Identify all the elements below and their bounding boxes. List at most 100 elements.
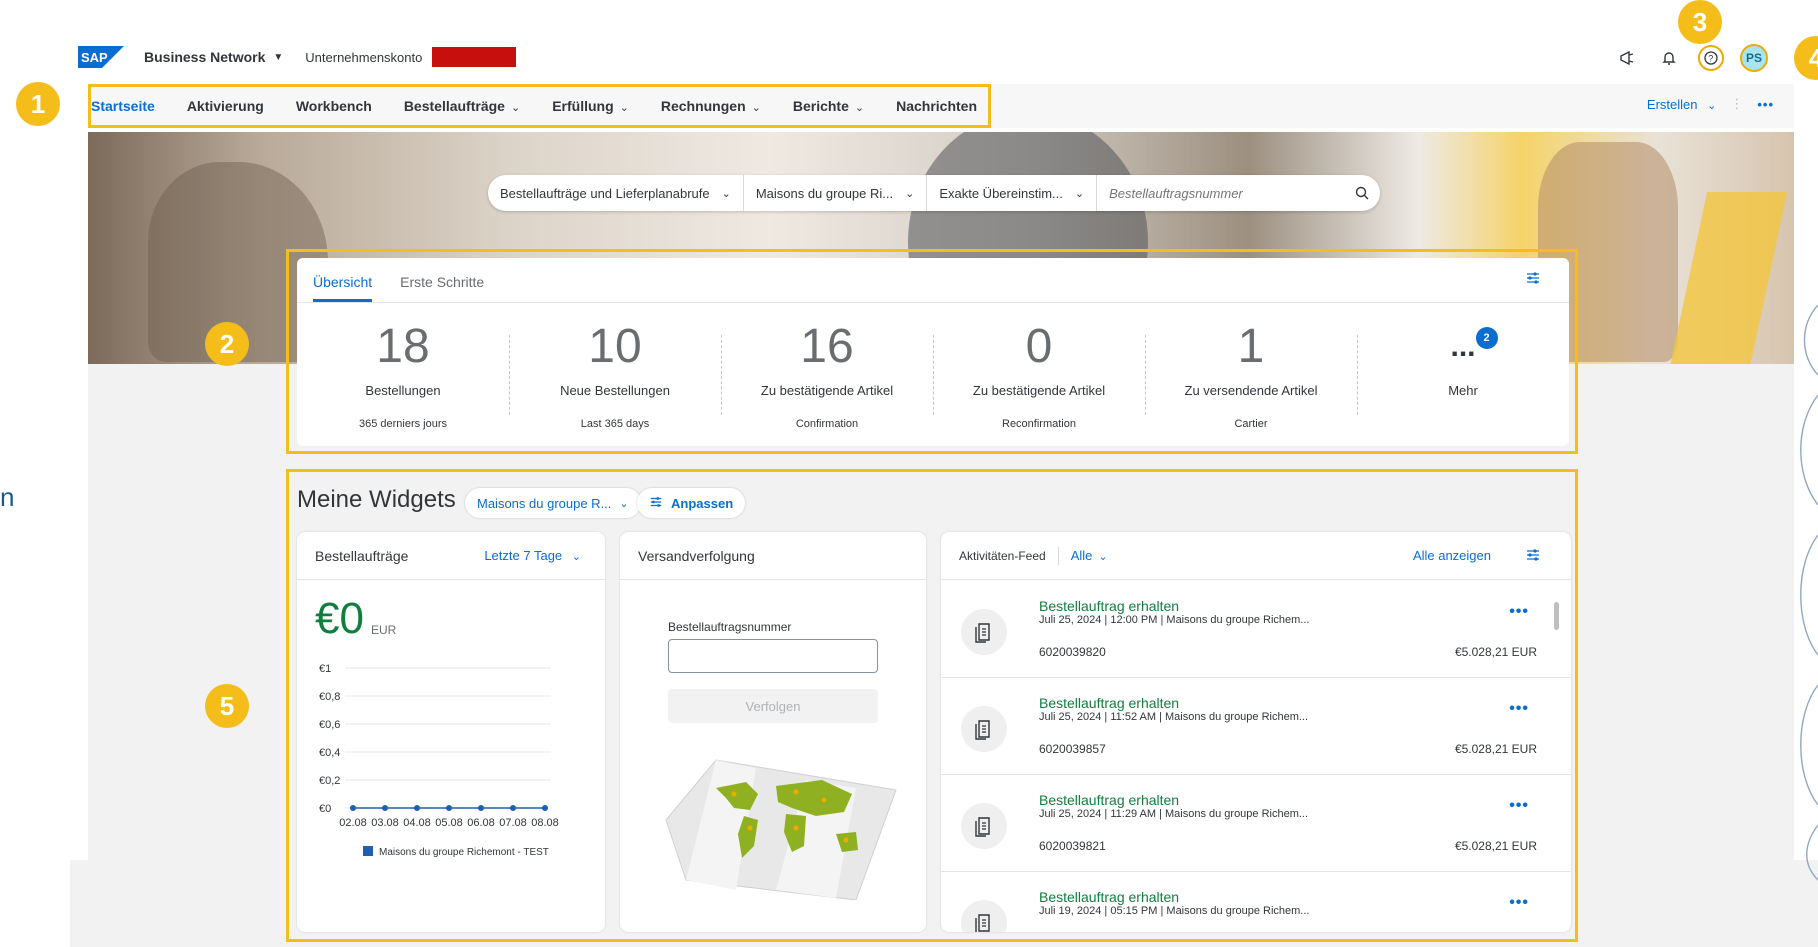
- match-select[interactable]: Exakte Übereinstim... ⌄: [927, 175, 1098, 211]
- nav-item-berichte[interactable]: Berichte ⌄: [793, 98, 864, 114]
- help-icon[interactable]: ?: [1698, 45, 1724, 71]
- search-input[interactable]: [1097, 185, 1344, 201]
- kpi-tile-more[interactable]: ... 2 Mehr: [1357, 303, 1569, 445]
- tracking-widget-title: Versandverfolgung: [638, 547, 755, 564]
- document-icon: [961, 609, 1007, 655]
- chart-point: [350, 805, 356, 811]
- feed-item-title[interactable]: Bestellauftrag erhalten: [1039, 889, 1179, 905]
- kpi-sub: Confirmation: [795, 418, 859, 430]
- chevron-down-icon: ⌄: [1098, 551, 1108, 563]
- nav-item-nachrichten[interactable]: Nachrichten: [896, 98, 977, 114]
- widgets-customer-filter[interactable]: Maisons du groupe R... ⌄: [465, 488, 641, 518]
- list-item[interactable]: Bestellauftrag erhalten Juli 25, 2024 | …: [941, 678, 1571, 775]
- kpi-sub: Reconfirmation: [1002, 418, 1076, 430]
- nav-item-workbench[interactable]: Workbench: [296, 98, 372, 114]
- shell-bar: SAP Business Network ▼ Unternehmenskonto…: [78, 40, 1798, 74]
- tab-erste-schritte[interactable]: Erste Schritte: [400, 274, 484, 302]
- nav-item-aktivierung[interactable]: Aktivierung: [187, 98, 264, 114]
- match-value: Exakte Übereinstim...: [939, 185, 1063, 201]
- feed-item-meta: Juli 25, 2024 | 12:00 PM | Maisons du gr…: [1039, 614, 1310, 626]
- po-period-select[interactable]: Letzte 7 Tage ⌄: [484, 548, 581, 563]
- account-label[interactable]: Unternehmenskonto: [305, 50, 422, 65]
- search-icon[interactable]: [1344, 186, 1380, 200]
- chart-x-tick: 05.08: [435, 817, 463, 829]
- create-label: Erstellen: [1646, 96, 1698, 112]
- po-line-chart: €0 €0,2 €0,4 €0,6 €0,8 €1 02.08 03.08 04.08 05.08…: [319, 663, 559, 858]
- kpi-tile-ship[interactable]: 1 Zu versendende Artikel Cartier: [1145, 303, 1357, 445]
- feed-item-title[interactable]: Bestellauftrag erhalten: [1039, 598, 1179, 614]
- megaphone-icon[interactable]: [1614, 45, 1640, 71]
- list-item[interactable]: Bestellauftrag erhalten Juli 25, 2024 | …: [941, 581, 1571, 678]
- activity-filter-value: Alle: [1070, 548, 1093, 563]
- kpi-tiles: 18 Bestellungen 365 derniers jours 10 Ne…: [297, 303, 1569, 445]
- filter-value: Maisons du groupe R...: [477, 495, 612, 511]
- main-nav: Startseite Aktivierung Workbench Bestell…: [88, 84, 1794, 128]
- nav-label: Berichte: [792, 98, 849, 114]
- nav-label: Workbench: [295, 98, 372, 114]
- product-name[interactable]: Business Network: [144, 49, 265, 65]
- widgets-title: Meine Widgets: [297, 486, 456, 513]
- create-button[interactable]: Erstellen ⌄: [1647, 97, 1716, 112]
- chart-point: [542, 805, 548, 811]
- settings-sliders-icon[interactable]: [1525, 547, 1541, 566]
- nav-item-startseite[interactable]: Startseite: [91, 98, 155, 114]
- overflow-icon[interactable]: •••: [1509, 797, 1529, 815]
- chevron-down-icon: ⌄: [619, 497, 629, 510]
- more-dots-text: ...: [1450, 330, 1476, 363]
- product-dropdown-icon[interactable]: ▼: [273, 52, 283, 63]
- nav-item-rechnungen[interactable]: Rechnungen ⌄: [661, 98, 761, 114]
- overflow-icon[interactable]: •••: [1509, 700, 1529, 718]
- chart-x-tick: 02.08: [339, 817, 367, 829]
- tracking-widget: Versandverfolgung Bestellauftragsnummer …: [620, 532, 926, 932]
- doc-type-select[interactable]: Bestellaufträge und Lieferplanabrufe ⌄: [488, 175, 744, 211]
- document-icon: [961, 900, 1007, 932]
- activity-feed-widget: Aktivitäten-Feed Alle ⌄ Alle anzeigen Bes…: [941, 532, 1571, 932]
- sap-logo[interactable]: SAP: [78, 46, 126, 68]
- bell-icon[interactable]: [1656, 45, 1682, 71]
- activity-filter-select[interactable]: Alle ⌄: [1071, 548, 1108, 563]
- feed-item-title[interactable]: Bestellauftrag erhalten: [1039, 792, 1179, 808]
- customer-select[interactable]: Maisons du groupe Ri... ⌄: [744, 175, 928, 211]
- document-icon: [961, 803, 1007, 849]
- divider: [1057, 546, 1059, 565]
- show-all-link[interactable]: Alle anzeigen: [1413, 548, 1491, 563]
- tab-uebersicht[interactable]: Übersicht: [313, 274, 373, 302]
- search-bar: Bestellaufträge und Lieferplanabrufe ⌄ Ma…: [488, 175, 1380, 211]
- chart-point: [510, 805, 516, 811]
- nav-label: Erfüllung: [552, 98, 614, 114]
- nav-label: Startseite: [91, 98, 155, 114]
- scrollbar-thumb[interactable]: [1554, 602, 1559, 630]
- kpi-value: 10: [588, 320, 642, 373]
- nav-label: Nachrichten: [896, 98, 978, 114]
- overflow-icon[interactable]: •••: [1509, 603, 1529, 621]
- decorative-lines: [1800, 305, 1818, 881]
- chart-y-tick: €0,8: [319, 691, 340, 703]
- kpi-tile-confirm[interactable]: 16 Zu bestätigende Artikel Confirmation: [721, 303, 933, 445]
- adjust-button[interactable]: Anpassen: [637, 488, 746, 518]
- chart-x-tick: 08.08: [531, 817, 559, 829]
- feed-item-title[interactable]: Bestellauftrag erhalten: [1039, 695, 1179, 711]
- more-count-badge: 2: [1475, 327, 1498, 349]
- overview-card: Übersicht Erste Schritte 18 Bestellungen…: [297, 258, 1569, 446]
- po-period-value: Letzte 7 Tage: [484, 548, 563, 563]
- kpi-tile-orders[interactable]: 18 Bestellungen 365 derniers jours: [297, 303, 509, 445]
- settings-sliders-icon[interactable]: [1525, 270, 1541, 289]
- svg-text:?: ?: [1708, 54, 1713, 64]
- chart-y-tick: €0,6: [319, 719, 340, 731]
- chart-y-tick: €0,4: [319, 747, 340, 759]
- overflow-icon[interactable]: •••: [1509, 894, 1529, 912]
- track-button[interactable]: Verfolgen: [668, 689, 878, 723]
- nav-item-erfuellung[interactable]: Erfüllung ⌄: [552, 98, 629, 114]
- kpi-tile-reconfirm[interactable]: 0 Zu bestätigende Artikel Reconfirmation: [933, 303, 1145, 445]
- tracking-number-input[interactable]: [668, 639, 878, 673]
- nav-highlight-box: Startseite Aktivierung Workbench Bestell…: [88, 84, 991, 128]
- avatar[interactable]: PS: [1740, 44, 1768, 72]
- list-item[interactable]: Bestellauftrag erhalten Juli 25, 2024 | …: [941, 775, 1571, 872]
- nav-item-bestellauftraege[interactable]: Bestellaufträge ⌄: [404, 98, 520, 114]
- overflow-icon[interactable]: •••: [1757, 97, 1774, 112]
- overview-highlight-box: Übersicht Erste Schritte 18 Bestellungen…: [286, 249, 1578, 454]
- feed-item-meta: Juli 19, 2024 | 05:15 PM | Maisons du gr…: [1039, 905, 1310, 917]
- nav-divider: ⋮: [1730, 96, 1744, 111]
- list-item[interactable]: Bestellauftrag erhalten Juli 19, 2024 | …: [941, 872, 1571, 932]
- kpi-tile-new-orders[interactable]: 10 Neue Bestellungen Last 365 days: [509, 303, 721, 445]
